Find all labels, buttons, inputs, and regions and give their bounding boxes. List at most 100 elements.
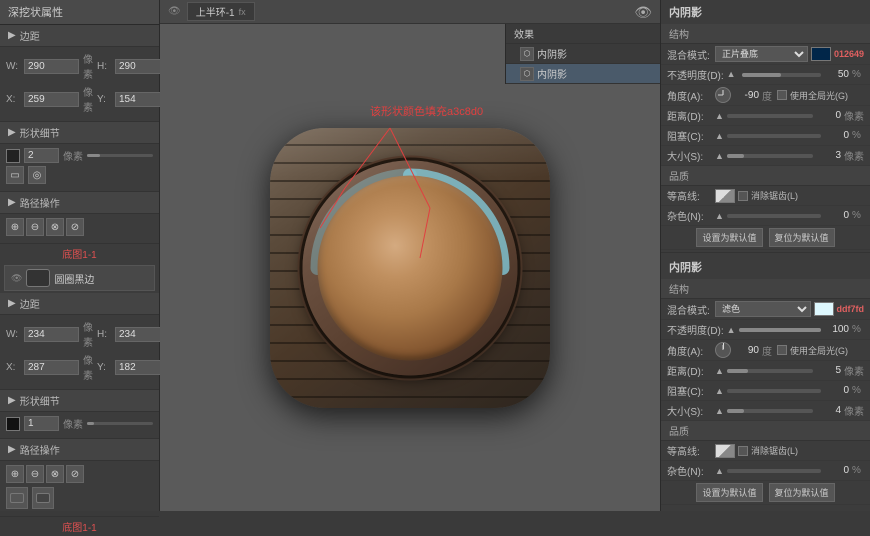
top-eye-icon[interactable]: 👁 (168, 6, 181, 17)
hex-tag2: ddf7fd (837, 304, 865, 314)
rp-size2-slider[interactable] (727, 409, 813, 413)
rp-globallight1-label: 使用全局光(G) (790, 89, 848, 102)
layer-item-circle[interactable]: 👁 圆圈黑边 (4, 265, 155, 291)
rp-choke2-value: 0 (824, 385, 849, 396)
app-icon-container: 该形状颜色填充a3c8d0 (270, 128, 550, 408)
rp-globallight2-label: 使用全局光(G) (790, 344, 848, 357)
canvas-eye-btn[interactable]: 👁 (634, 4, 652, 21)
stroke-size1[interactable] (24, 148, 59, 163)
rp-antialias2-check[interactable] (738, 446, 748, 456)
rp-choke1-value: 0 (824, 130, 849, 141)
triangle-icon: ▶ (8, 30, 16, 41)
rp-default2-btn[interactable]: 设置为默认值 (696, 483, 762, 502)
rp-opacity1-unit: % (852, 69, 864, 80)
path-op-btn2[interactable]: ⊖ (26, 218, 44, 236)
eff-row-shadow1[interactable]: ⬡ 内阴影 (506, 44, 660, 64)
section-shape1-label: 形状细节 (20, 125, 60, 140)
rp-noise1-slider[interactable] (727, 214, 821, 218)
rp-choke2-label: 阻塞(C): (667, 383, 712, 398)
rp-size1-arrow: ▲ (715, 151, 724, 161)
rp-blend1-select[interactable]: 正片叠底 (715, 46, 808, 62)
rp-size2-unit: 像素 (844, 403, 864, 418)
rp-dist2-slider[interactable] (727, 369, 813, 373)
y-label2: Y: (97, 362, 111, 373)
rp-opacity2-arrow: ▲ (727, 325, 736, 335)
layer-tab[interactable]: 上半环-1 fx (187, 2, 255, 21)
rp-angle2-dial[interactable] (715, 342, 731, 358)
stroke-color2[interactable] (6, 417, 20, 431)
panel-title-text: 深挖状属性 (8, 4, 63, 20)
rp-title2: 内阴影 (661, 255, 870, 279)
eff-row-shadow2[interactable]: ⬡ 内阴影 (506, 64, 660, 84)
rp-globallight1-check[interactable] (777, 90, 787, 100)
x-input1[interactable] (24, 92, 79, 107)
rp-noise2-unit: % (852, 465, 864, 476)
x-unit1: 像素 (83, 84, 93, 114)
rp-default1-btn[interactable]: 设置为默认值 (696, 228, 762, 247)
w-input2[interactable] (24, 327, 79, 342)
rp-sub1: 结构 (661, 24, 870, 44)
rp-angle1-dial[interactable] (715, 87, 731, 103)
rp-dist1-label: 距离(D): (667, 108, 712, 123)
rp-globallight2-check[interactable] (777, 345, 787, 355)
rp-opacity2-value: 100 (824, 324, 849, 335)
rp-choke2-row: 阻塞(C): ▲ 0 % (661, 381, 870, 401)
hex-tag1: 012649 (834, 49, 864, 59)
rp-choke1-slider[interactable] (727, 134, 821, 138)
rp-noise2-value: 0 (824, 465, 849, 476)
section-border1: ▶ 边距 (0, 25, 159, 47)
shape-icon-btn1[interactable]: ▭ (6, 166, 24, 184)
rp-btns2-row: 设置为默认值 复位为默认值 (661, 481, 870, 505)
x-unit2: 像素 (83, 352, 93, 382)
rp-choke1-row: 阻塞(C): ▲ 0 % (661, 126, 870, 146)
path-thumb1[interactable] (6, 487, 28, 509)
path-op-btn4[interactable]: ⊘ (66, 218, 84, 236)
layer-name-circle: 圆圈黑边 (54, 271, 94, 286)
stroke-slider2[interactable] (87, 422, 153, 425)
rp-dist1-value: 0 (816, 110, 841, 121)
rp-sub2: 结构 (661, 279, 870, 299)
rp-antialias1-check[interactable] (738, 191, 748, 201)
rp-noise1-row: 杂色(N): ▲ 0 % (661, 206, 870, 226)
stroke-unit2: 像素 (63, 416, 83, 431)
eye-icon[interactable]: 👁 (11, 273, 22, 284)
stroke-color1[interactable] (6, 149, 20, 163)
xy-row1: X: 像素 Y: 像素 (6, 84, 153, 114)
rp-noise1-arrow: ▲ (715, 211, 724, 221)
x-input2[interactable] (24, 360, 79, 375)
section-path2-content: ⊕ ⊖ ⊗ ⊘ (0, 461, 159, 517)
eff-icon1: ⬡ (520, 47, 534, 61)
rp-contour2-swatch[interactable] (715, 444, 735, 458)
rp-color1[interactable] (811, 47, 831, 61)
eff-row-effect: 效果 (506, 24, 660, 44)
rp-reset1-btn[interactable]: 复位为默认值 (769, 228, 835, 247)
shape-icon-btn2[interactable]: ◎ (28, 166, 46, 184)
rp-choke2-slider[interactable] (727, 389, 821, 393)
path-op2-btn4[interactable]: ⊘ (66, 465, 84, 483)
rp-blend2-select[interactable]: 滤色 (715, 301, 811, 317)
path-thumb2[interactable] (32, 487, 54, 509)
rp-choke1-arrow: ▲ (715, 131, 724, 141)
w-input1[interactable] (24, 59, 79, 74)
rp-contour1-swatch[interactable] (715, 189, 735, 203)
xy-row2: X: 像素 Y: 像素 (6, 352, 153, 382)
rp-noise2-arrow: ▲ (715, 466, 724, 476)
rp-color2[interactable] (814, 302, 834, 316)
path-op-btn3[interactable]: ⊗ (46, 218, 64, 236)
rp-angle2-row: 角度(A): 90 度 使用全局光(G) (661, 340, 870, 361)
rp-opacity1-slider[interactable] (742, 73, 821, 77)
rp-size1-slider[interactable] (727, 154, 813, 158)
rp-opacity2-slider[interactable] (739, 328, 821, 332)
stroke-size2[interactable] (24, 416, 59, 431)
panel-title: 深挖状属性 (0, 0, 159, 25)
rp-noise2-slider[interactable] (727, 469, 821, 473)
path-op2-btn2[interactable]: ⊖ (26, 465, 44, 483)
stroke-slider1[interactable] (87, 154, 153, 157)
path-op2-btn1[interactable]: ⊕ (6, 465, 24, 483)
path-op2-btn3[interactable]: ⊗ (46, 465, 64, 483)
rp-dist1-slider[interactable] (727, 114, 813, 118)
path-op-btn1[interactable]: ⊕ (6, 218, 24, 236)
section-path1: ▶ 路径操作 (0, 192, 159, 214)
rp-reset2-btn[interactable]: 复位为默认值 (769, 483, 835, 502)
rp-blend2-row: 混合模式: 滤色 ddf7fd (661, 299, 870, 320)
